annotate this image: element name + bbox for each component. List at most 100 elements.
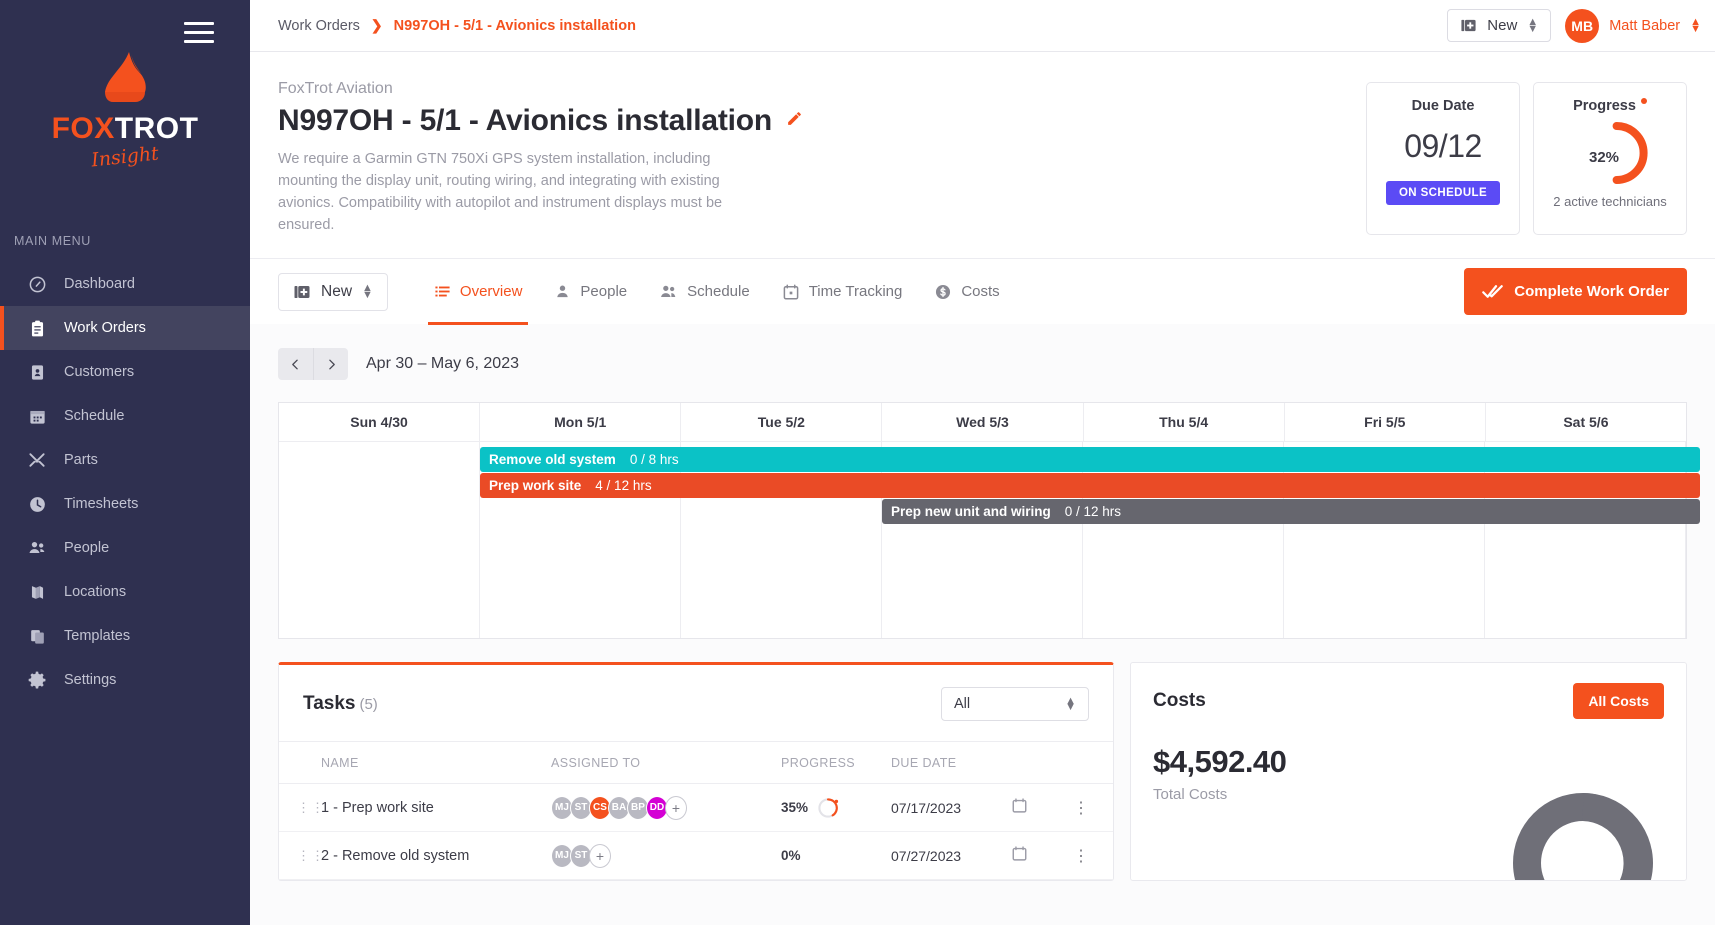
double-check-icon bbox=[1482, 281, 1503, 302]
people-icon bbox=[27, 538, 47, 558]
progress-title: Progress bbox=[1573, 98, 1647, 114]
calendar-day-label: Mon 5/1 bbox=[480, 403, 681, 442]
sidebar-item-label: Dashboard bbox=[64, 276, 135, 292]
dollar-coin-icon bbox=[934, 283, 952, 301]
topbar-right: New ▲▼ MB Matt Baber ▲▼ bbox=[1447, 9, 1701, 43]
add-assignee-button[interactable]: + bbox=[589, 844, 611, 868]
tasks-filter-select[interactable]: All ▲▼ bbox=[941, 687, 1089, 721]
stepper-icon: ▲▼ bbox=[1065, 698, 1076, 710]
tab-people[interactable]: People bbox=[538, 259, 643, 325]
sidebar-item-templates[interactable]: Templates bbox=[0, 614, 250, 658]
add-square-icon bbox=[293, 283, 311, 301]
complete-work-order-button[interactable]: Complete Work Order bbox=[1464, 268, 1687, 315]
sidebar-item-timesheets[interactable]: Timesheets bbox=[0, 482, 250, 526]
table-row[interactable]: ⋮⋮ 2 - Remove old system MJ ST + 0% 07/2… bbox=[279, 832, 1113, 880]
drag-handle-icon[interactable]: ⋮⋮ bbox=[279, 852, 321, 859]
tasks-title: Tasks(5) bbox=[303, 693, 378, 715]
person-icon bbox=[554, 283, 571, 300]
clock-icon bbox=[27, 494, 47, 514]
calendar-prev-button[interactable] bbox=[278, 348, 313, 380]
gantt-bar[interactable]: Prep work site 4 / 12 hrs bbox=[480, 473, 1700, 498]
sidebar-item-parts[interactable]: Parts bbox=[0, 438, 250, 482]
all-costs-button[interactable]: All Costs bbox=[1573, 683, 1664, 719]
costs-title: Costs bbox=[1153, 690, 1206, 712]
tab-label: Overview bbox=[460, 283, 523, 300]
stepper-icon: ▲▼ bbox=[1690, 19, 1701, 31]
progress-title-label: Progress bbox=[1573, 98, 1636, 114]
costs-panel: Costs All Costs $4,592.40 Total Costs bbox=[1130, 662, 1687, 881]
task-row-menu-icon[interactable]: ⋮ bbox=[1061, 798, 1101, 818]
main-area: Work Orders ❯ N997OH - 5/1 - Avionics in… bbox=[250, 0, 1715, 925]
gantt-bar-hours: 0 / 12 hrs bbox=[1065, 504, 1121, 519]
main-menu-label: MAIN MENU bbox=[14, 234, 250, 248]
sidebar-item-locations[interactable]: Locations bbox=[0, 570, 250, 614]
tools-icon bbox=[27, 450, 47, 470]
tab-time-tracking[interactable]: Time Tracking bbox=[766, 259, 919, 325]
work-order-header-left: FoxTrot Aviation N997OH - 5/1 - Avionics… bbox=[278, 80, 1038, 236]
breadcrumb-current[interactable]: N997OH - 5/1 - Avionics installation bbox=[394, 18, 636, 34]
user-menu[interactable]: MB Matt Baber ▲▼ bbox=[1565, 9, 1701, 43]
column-header-name: NAME bbox=[321, 756, 551, 770]
tasks-panel: Tasks(5) All ▲▼ NAME ASSIGNED TO PROGRES… bbox=[278, 662, 1114, 881]
column-header-due-date: DUE DATE bbox=[891, 756, 1011, 770]
gantt-bar[interactable]: Prep new unit and wiring 0 / 12 hrs bbox=[882, 499, 1700, 524]
edit-pencil-icon[interactable] bbox=[786, 110, 803, 132]
sidebar-item-label: Templates bbox=[64, 628, 130, 644]
gantt-bar[interactable]: Remove old system 0 / 8 hrs bbox=[480, 447, 1700, 472]
copy-icon bbox=[27, 626, 47, 646]
progress-percent: 32% bbox=[1589, 149, 1619, 166]
lower-panels: Tasks(5) All ▲▼ NAME ASSIGNED TO PROGRES… bbox=[278, 662, 1687, 881]
gantt-bar-name: Prep new unit and wiring bbox=[891, 504, 1051, 519]
sidebar: FOXTROT Insight MAIN MENU Dashboard Work… bbox=[0, 0, 250, 925]
add-assignee-button[interactable]: + bbox=[665, 796, 687, 820]
tab-costs[interactable]: Costs bbox=[918, 259, 1015, 325]
brand-fox: FOX bbox=[52, 112, 115, 145]
clipboard-icon bbox=[27, 318, 47, 338]
column-header-progress: PROGRESS bbox=[781, 756, 891, 770]
hamburger-bar bbox=[184, 40, 214, 43]
drag-handle-icon[interactable]: ⋮⋮ bbox=[279, 804, 321, 811]
sidebar-item-people[interactable]: People bbox=[0, 526, 250, 570]
new-button-tabbar[interactable]: New ▲▼ bbox=[278, 273, 388, 311]
task-calendar-icon[interactable] bbox=[1011, 845, 1061, 867]
tab-schedule[interactable]: Schedule bbox=[643, 259, 766, 325]
task-progress: 0% bbox=[781, 848, 891, 863]
task-progress-value: 0% bbox=[781, 848, 801, 863]
task-due-date: 07/17/2023 bbox=[891, 800, 1011, 816]
calendar-day-label: Sun 4/30 bbox=[279, 403, 480, 442]
calendar-next-button[interactable] bbox=[313, 348, 348, 380]
table-row[interactable]: ⋮⋮ 1 - Prep work site MJ ST CS BA BP DD … bbox=[279, 784, 1113, 832]
sidebar-item-schedule[interactable]: Schedule bbox=[0, 394, 250, 438]
tasks-title-label: Tasks bbox=[303, 693, 355, 714]
sidebar-item-label: Locations bbox=[64, 584, 126, 600]
task-progress-value: 35% bbox=[781, 800, 808, 815]
tab-label: Time Tracking bbox=[809, 283, 903, 300]
costs-total-value: $4,592.40 bbox=[1131, 719, 1686, 780]
breadcrumb: Work Orders ❯ N997OH - 5/1 - Avionics in… bbox=[278, 17, 636, 34]
hamburger-menu-icon[interactable] bbox=[184, 22, 214, 42]
task-calendar-icon[interactable] bbox=[1011, 797, 1061, 819]
gantt-bar-name: Prep work site bbox=[489, 478, 581, 493]
due-date-card: Due Date 09/12 ON SCHEDULE bbox=[1366, 82, 1520, 235]
task-row-menu-icon[interactable]: ⋮ bbox=[1061, 846, 1101, 866]
progress-note: 2 active technicians bbox=[1553, 194, 1666, 209]
chevron-right-icon: ❯ bbox=[371, 17, 383, 34]
sidebar-item-work-orders[interactable]: Work Orders bbox=[0, 306, 250, 350]
due-date-value: 09/12 bbox=[1404, 128, 1482, 165]
progress-dot-icon bbox=[1641, 98, 1647, 104]
contact-card-icon bbox=[27, 362, 47, 382]
sidebar-item-label: Timesheets bbox=[64, 496, 138, 512]
new-button-topbar[interactable]: New ▲▼ bbox=[1447, 9, 1551, 42]
calendar-range-label: Apr 30 – May 6, 2023 bbox=[366, 355, 519, 373]
tasks-table-header: NAME ASSIGNED TO PROGRESS DUE DATE bbox=[279, 741, 1113, 784]
complete-label: Complete Work Order bbox=[1514, 283, 1669, 300]
breadcrumb-root[interactable]: Work Orders bbox=[278, 18, 360, 34]
sidebar-item-dashboard[interactable]: Dashboard bbox=[0, 262, 250, 306]
sidebar-item-label: Work Orders bbox=[64, 320, 146, 336]
sidebar-item-settings[interactable]: Settings bbox=[0, 658, 250, 702]
calendar-column bbox=[279, 442, 480, 638]
sidebar-item-customers[interactable]: Customers bbox=[0, 350, 250, 394]
avatar: MB bbox=[1565, 9, 1599, 43]
tab-overview[interactable]: Overview bbox=[418, 259, 539, 325]
gantt-bar-hours: 4 / 12 hrs bbox=[595, 478, 651, 493]
